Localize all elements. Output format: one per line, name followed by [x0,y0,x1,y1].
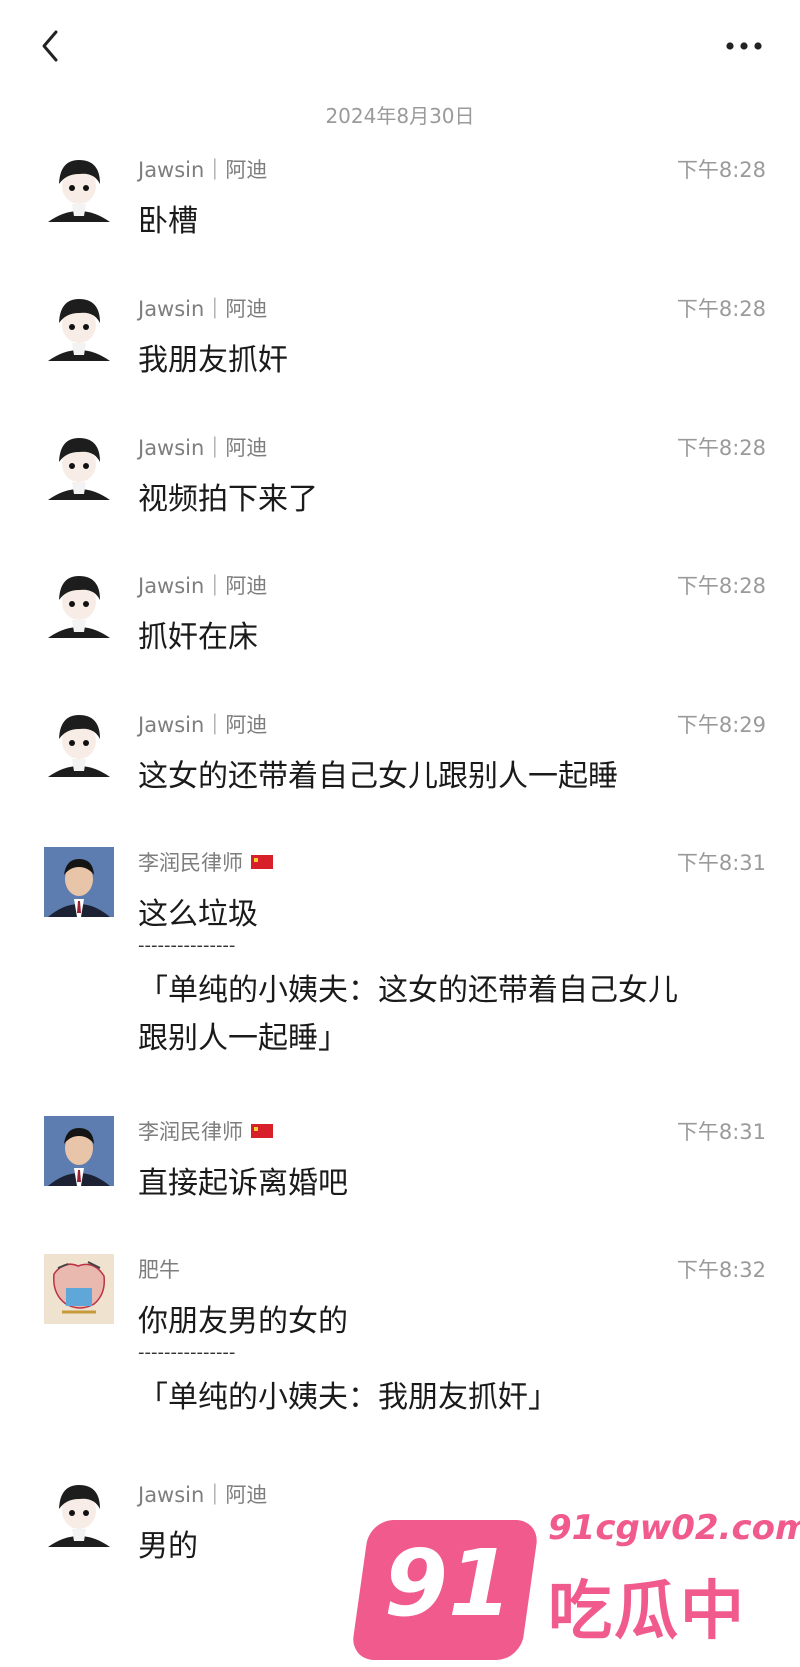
sender-name: Jawsin｜阿迪 [138,1483,268,1507]
message-time: 下午8:31 [676,851,766,875]
cartoon-boy-avatar[interactable] [44,293,114,363]
message-time: 下午8:32 [676,1258,766,1282]
cartoon-boy-avatar[interactable] [44,432,114,502]
cartoon-boy-avatar[interactable] [44,1479,114,1549]
quoted-message: 「单纯的小姨夫：我朋友抓奸」 [138,1374,758,1422]
sender-name: 李润民律师 [138,1116,273,1146]
message-text: 卧槽 [138,204,198,239]
sender-name: 李润民律师 [138,847,273,877]
top-bar [0,0,800,100]
watermark-title: 吃瓜中心 [548,1575,746,1649]
message-text: 抓奸在床 [138,620,258,655]
back-arrow-icon[interactable] [34,24,74,68]
sender-name: Jawsin｜阿迪 [138,574,268,598]
quote-divider: --------------- [138,935,236,956]
sketch-art-avatar[interactable] [44,1254,114,1324]
message-text: 男的 [138,1529,198,1564]
more-options-icon[interactable] [722,34,766,58]
watermark-number: 91 [384,1530,513,1637]
sender-name-text: 李润民律师 [138,851,243,875]
message-text: 我朋友抓奸 [138,343,288,378]
quoted-message: 「单纯的小姨夫：这女的还带着自己女儿 跟别人一起睡」 [138,967,758,1063]
quote-line: 「单纯的小姨夫：这女的还带着自己女儿 [138,973,678,1008]
message-time: 下午8:28 [676,574,766,598]
sender-name: Jawsin｜阿迪 [138,436,268,460]
message-text: 你朋友男的女的 [138,1304,348,1339]
message-time: 下午8:31 [676,1120,766,1144]
lawyer-photo-avatar[interactable] [44,1116,114,1186]
message-text: 这么垃圾 [138,897,258,932]
china-flag-icon [251,855,273,869]
quote-line: 跟别人一起睡」 [138,1021,348,1056]
message-text: 这女的还带着自己女儿跟别人一起睡 [138,759,618,794]
message-time: 下午8:28 [676,297,766,321]
quote-divider: --------------- [138,1342,236,1363]
sender-name-text: 李润民律师 [138,1120,243,1144]
message-time: 下午8:28 [676,436,766,460]
message-time: 下午8:28 [676,158,766,182]
sender-name: 肥牛 [138,1258,180,1282]
message-time: 下午8:29 [676,713,766,737]
date-separator: 2024年8月30日 [325,104,475,128]
message-text: 视频拍下来了 [138,482,318,517]
sender-name: Jawsin｜阿迪 [138,297,268,321]
message-text: 直接起诉离婚吧 [138,1166,348,1201]
quote-line: 「单纯的小姨夫：我朋友抓奸」 [138,1380,558,1415]
watermark-url: 91cgw02.com [548,1508,800,1548]
sender-name: Jawsin｜阿迪 [138,713,268,737]
cartoon-boy-avatar[interactable] [44,570,114,640]
sender-name: Jawsin｜阿迪 [138,158,268,182]
cartoon-boy-avatar[interactable] [44,154,114,224]
lawyer-photo-avatar[interactable] [44,847,114,917]
cartoon-boy-avatar[interactable] [44,709,114,779]
china-flag-icon [251,1124,273,1138]
